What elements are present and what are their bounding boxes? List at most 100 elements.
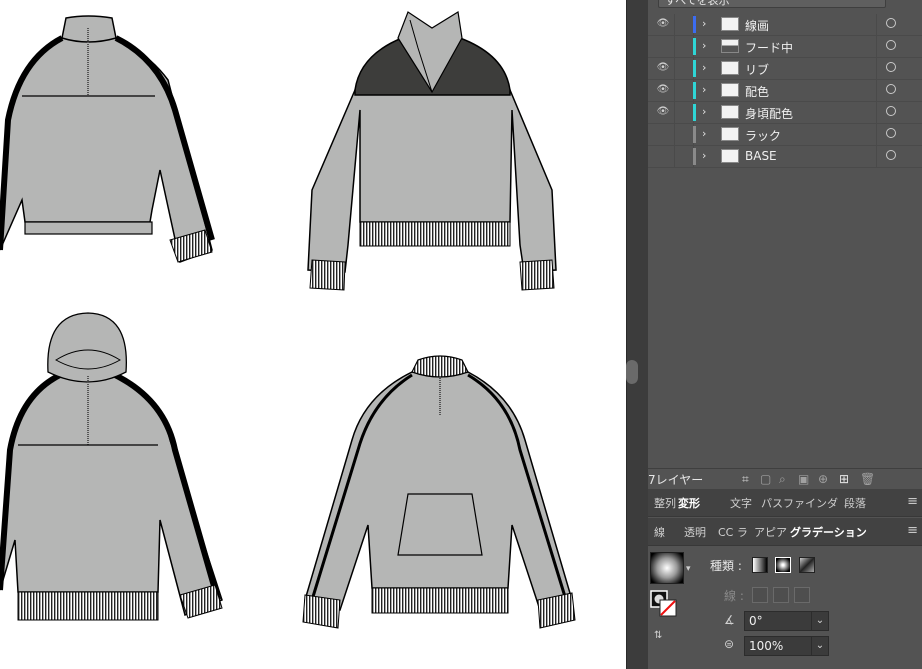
target-circle-icon[interactable] [886,18,896,28]
tab-transparency[interactable]: 透明 [684,524,706,540]
tab-character[interactable]: 文字 [730,495,752,511]
aspect-ratio-input[interactable]: 100% [744,636,812,656]
expand-chevron-icon[interactable]: › [702,83,706,96]
tab-cc-libraries[interactable]: CC ラ [718,524,748,540]
layers-empty-area [648,163,922,468]
freeform-gradient-button[interactable] [799,557,815,573]
tab-transform[interactable]: 変形 [678,495,700,511]
layers-filter-strip: すべてを表示 [648,0,922,14]
visibility-eye-icon[interactable]: 👁 [654,105,672,119]
stroke-within-button[interactable] [752,587,768,603]
target-circle-icon[interactable] [886,84,896,94]
layer-name[interactable]: 線画 [745,17,769,34]
visibility-eye-icon[interactable] [654,39,672,53]
layer-name[interactable]: BASE [745,149,777,163]
layer-row[interactable]: › ラック [648,124,922,146]
layer-row[interactable]: 👁 › リブ [648,58,922,80]
layer-thumbnail [721,83,739,97]
tab-pathfinder[interactable]: パスファインダ [761,495,838,511]
stroke-across-button[interactable] [794,587,810,603]
visibility-eye-icon[interactable] [654,149,672,163]
angle-icon: ∡ [724,613,735,627]
new-sublayer-icon[interactable]: ▣ [798,472,809,486]
lock-toggle[interactable] [674,58,694,79]
tab-stroke[interactable]: 線 [654,524,665,540]
layer-thumbnail [721,105,739,119]
reverse-gradient-icon[interactable]: ⇅ [654,630,662,641]
collect-export-icon[interactable]: ⌗ [742,472,749,487]
layer-color-bar [693,82,696,99]
layer-row[interactable]: 👁 › 身頃配色 [648,102,922,124]
lock-toggle[interactable] [674,102,694,123]
sketch-hooded-pullover [0,312,223,621]
target-divider [876,80,877,101]
angle-dropdown-icon[interactable]: ⌄ [811,611,829,631]
angle-input[interactable]: 0° [744,611,812,631]
layer-row[interactable]: 👁 › 配色 [648,80,922,102]
aspect-ratio-dropdown-icon[interactable]: ⌄ [811,636,829,656]
radial-gradient-button[interactable] [775,557,791,573]
artboard-canvas[interactable] [0,0,626,669]
panel-menu-icon-2[interactable]: ≡ [907,523,918,538]
layers-footer: 7レイヤー ⌗ ▢ ⌕ ▣ ⊕ ⊞ 🗑 [648,468,922,489]
layers-list: 👁 › 線画 › フード中 👁 › リブ 👁 › 配色 👁 › 身頃配色 › ラック › BASE [648,14,922,168]
layer-row[interactable]: › フード中 [648,36,922,58]
right-panel-dock: すべてを表示 👁 › 線画 › フード中 👁 › リブ 👁 › 配色 👁 › 身頃配色 › ラック › BASE … [648,0,922,669]
locate-object-icon[interactable]: ⌕ [779,472,786,487]
lock-toggle[interactable] [674,36,694,57]
panel-menu-icon[interactable]: ≡ [907,494,918,509]
trash-icon[interactable]: 🗑 [860,472,875,486]
layers-filter-field[interactable]: すべてを表示 [658,0,886,8]
layer-thumbnail [721,61,739,75]
tabbar-row1: 整列 変形 文字 パスファインダ 段落 ≡ [648,489,922,517]
target-circle-icon[interactable] [886,106,896,116]
visibility-eye-icon[interactable]: 👁 [654,61,672,75]
expand-chevron-icon[interactable]: › [702,127,706,140]
layer-row[interactable]: 👁 › 線画 [648,14,922,36]
lock-toggle[interactable] [674,14,694,35]
garment-sketches [0,11,576,629]
layer-name[interactable]: リブ [745,61,769,78]
layer-name[interactable]: 身頃配色 [745,105,793,122]
new-layer-icon[interactable]: ⊞ [839,472,849,486]
visibility-eye-icon[interactable]: 👁 [654,83,672,97]
gradient-swatch[interactable] [650,552,684,584]
layer-name[interactable]: 配色 [745,83,769,100]
tab-gradient[interactable]: グラデーション [790,524,867,540]
lock-toggle[interactable] [674,80,694,101]
gradient-panel: ▾ ⇅ 種類 : 線 : ∡ 0° ⌄ ⊜ 100% ⌄ [648,546,922,669]
expand-chevron-icon[interactable]: › [702,61,706,74]
expand-chevron-icon[interactable]: › [702,17,706,30]
layer-name[interactable]: フード中 [745,39,793,56]
layer-thumbnail [721,149,739,163]
make-clipping-mask-icon[interactable]: ▢ [760,472,771,486]
target-circle-icon[interactable] [886,150,896,160]
expand-chevron-icon[interactable]: › [702,39,706,52]
tab-align[interactable]: 整列 [654,495,676,511]
linear-gradient-button[interactable] [752,557,768,573]
layer-color-bar [693,104,696,121]
layer-thumbnail [721,39,739,53]
target-circle-icon[interactable] [886,128,896,138]
target-circle-icon[interactable] [886,40,896,50]
type-label: 種類 : [710,559,742,573]
panel-collapse-handle[interactable] [626,360,638,384]
lock-toggle[interactable] [674,124,694,145]
visibility-eye-icon[interactable]: 👁 [654,17,672,31]
tab-appearance[interactable]: アピア [754,524,787,540]
sketch-twotone-pullover [307,11,557,291]
target-divider [876,102,877,123]
tab-paragraph[interactable]: 段落 [844,495,866,511]
visibility-eye-icon[interactable] [654,127,672,141]
move-selection-icon[interactable]: ⊕ [818,472,828,486]
expand-chevron-icon[interactable]: › [702,105,706,118]
expand-chevron-icon[interactable]: › [702,149,706,162]
layer-thumbnail [721,17,739,31]
target-circle-icon[interactable] [886,62,896,72]
stroke-along-button[interactable] [773,587,789,603]
sketch-halfzip-pullover [0,15,215,264]
gradient-swatch-dropdown-icon[interactable]: ▾ [686,564,691,574]
fill-stroke-swatch[interactable] [650,590,678,618]
layer-color-bar [693,16,696,33]
layer-name[interactable]: ラック [745,127,781,144]
